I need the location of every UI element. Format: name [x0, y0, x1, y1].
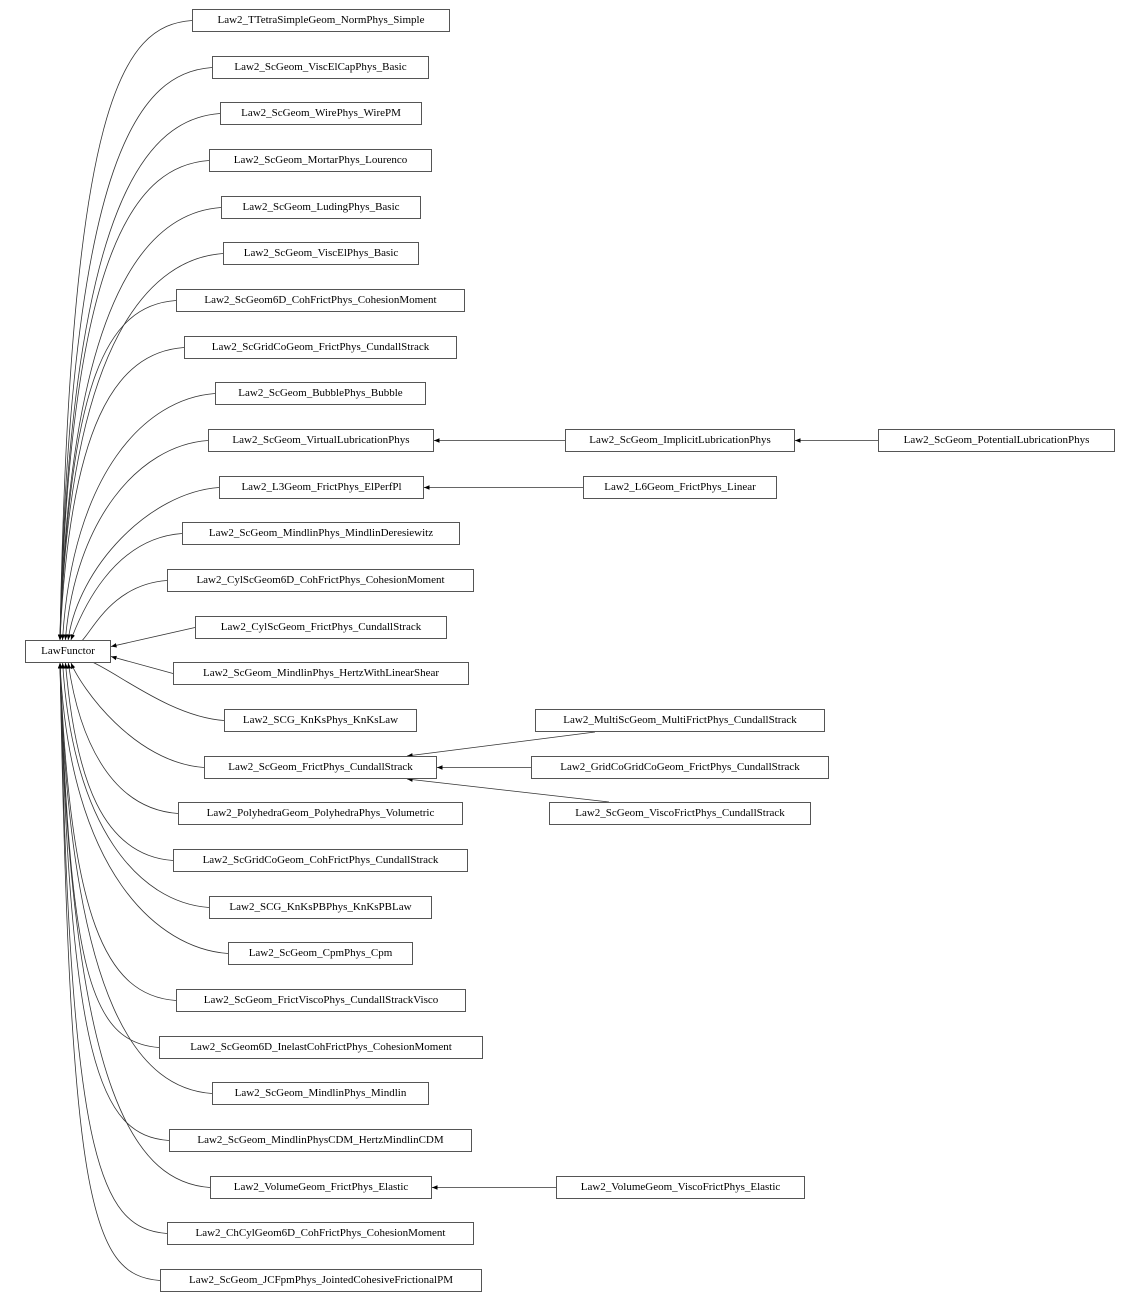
class-node[interactable]: Law2_ScGeom_LudingPhys_Basic [221, 196, 421, 219]
inheritance-edge [63, 662, 174, 861]
inheritance-edge [73, 580, 168, 647]
inheritance-edge [406, 731, 596, 758]
class-node[interactable]: Law2_ScGeom_MindlinPhys_MindlinDeresiewi… [182, 522, 460, 545]
class-node[interactable]: Law2_SCG_KnKsPhys_KnKsLaw [224, 709, 417, 732]
class-node[interactable]: Law2_ScGeom_FrictViscoPhys_CundallStrack… [176, 989, 466, 1012]
inheritance-edge [57, 662, 161, 1281]
inheritance-edge [57, 662, 211, 1188]
class-node[interactable]: Law2_L3Geom_FrictPhys_ElPerfPl [219, 476, 424, 499]
class-node[interactable]: Law2_VolumeGeom_ViscoFrictPhys_Elastic [556, 1176, 805, 1199]
class-node[interactable]: Law2_ScGeom_ViscElCapPhys_Basic [212, 56, 429, 79]
inheritance-edge [57, 662, 168, 1234]
class-node[interactable]: Law2_ScGeom6D_InelastCohFrictPhys_Cohesi… [159, 1036, 483, 1059]
class-node[interactable]: Law2_CylScGeom_FrictPhys_CundallStrack [195, 616, 447, 639]
inheritance-edge [406, 777, 610, 803]
class-node[interactable]: Law2_MultiScGeom_MultiFrictPhys_CundallS… [535, 709, 825, 732]
class-node[interactable]: Law2_GridCoGridCoGeom_FrictPhys_CundallS… [531, 756, 829, 779]
class-node[interactable]: Law2_ScGeom_BubblePhys_Bubble [215, 382, 426, 405]
inheritance-edge [110, 655, 174, 674]
class-node[interactable]: Law2_ScGridCoGeom_CohFrictPhys_CundallSt… [173, 849, 468, 872]
class-node[interactable]: Law2_ScGeom_ImplicitLubricationPhys [565, 429, 795, 452]
class-node[interactable]: Law2_ScGeom_MindlinPhys_Mindlin [212, 1082, 429, 1105]
class-node[interactable]: Law2_CylScGeom6D_CohFrictPhys_CohesionMo… [167, 569, 474, 592]
inheritance-edge [57, 662, 177, 1001]
class-node[interactable]: Law2_ScGridCoGeom_FrictPhys_CundallStrac… [184, 336, 457, 359]
class-node[interactable]: Law2_ScGeom_PotentialLubricationPhys [878, 429, 1115, 452]
class-node[interactable]: Law2_TTetraSimpleGeom_NormPhys_Simple [192, 9, 450, 32]
inheritance-edge [110, 627, 196, 648]
class-node[interactable]: Law2_VolumeGeom_FrictPhys_Elastic [210, 1176, 432, 1199]
class-node[interactable]: Law2_ScGeom_MindlinPhysCDM_HertzMindlinC… [169, 1129, 472, 1152]
class-node[interactable]: Law2_L6Geom_FrictPhys_Linear [583, 476, 777, 499]
class-node[interactable]: Law2_ScGeom_ViscElPhys_Basic [223, 242, 419, 265]
inheritance-edge [57, 662, 213, 1094]
class-node[interactable]: Law2_ScGeom_ViscoFrictPhys_CundallStrack [549, 802, 811, 825]
class-node[interactable]: Law2_ScGeom6D_CohFrictPhys_CohesionMomen… [176, 289, 465, 312]
class-node[interactable]: Law2_ScGeom_CpmPhys_Cpm [228, 942, 413, 965]
class-node[interactable]: Law2_ScGeom_MindlinPhys_HertzWithLinearS… [173, 662, 469, 685]
edge-layer [57, 20, 878, 1281]
root-class-node[interactable]: LawFunctor [25, 640, 111, 663]
class-node[interactable]: Law2_ScGeom_VirtualLubricationPhys [208, 429, 434, 452]
class-node[interactable]: Law2_SCG_KnKsPBPhys_KnKsPBLaw [209, 896, 432, 919]
class-node[interactable]: Law2_ScGeom_JCFpmPhys_JointedCohesiveFri… [160, 1269, 482, 1292]
inheritance-edge [66, 662, 179, 814]
class-node[interactable]: Law2_ScGeom_WirePhys_WirePM [220, 102, 422, 125]
inheritance-graph [57, 20, 878, 1281]
class-node[interactable]: Law2_ChCylGeom6D_CohFrictPhys_CohesionMo… [167, 1222, 474, 1245]
class-node[interactable]: Law2_ScGeom_MortarPhys_Lourenco [209, 149, 432, 172]
inheritance-edge [57, 113, 221, 641]
class-node[interactable]: Law2_PolyhedraGeom_PolyhedraPhys_Volumet… [178, 802, 463, 825]
class-node[interactable]: Law2_ScGeom_FrictPhys_CundallStrack [204, 756, 437, 779]
inheritance-edge [57, 662, 170, 1141]
inheritance-edge [60, 393, 216, 641]
inheritance-edge [70, 533, 183, 641]
